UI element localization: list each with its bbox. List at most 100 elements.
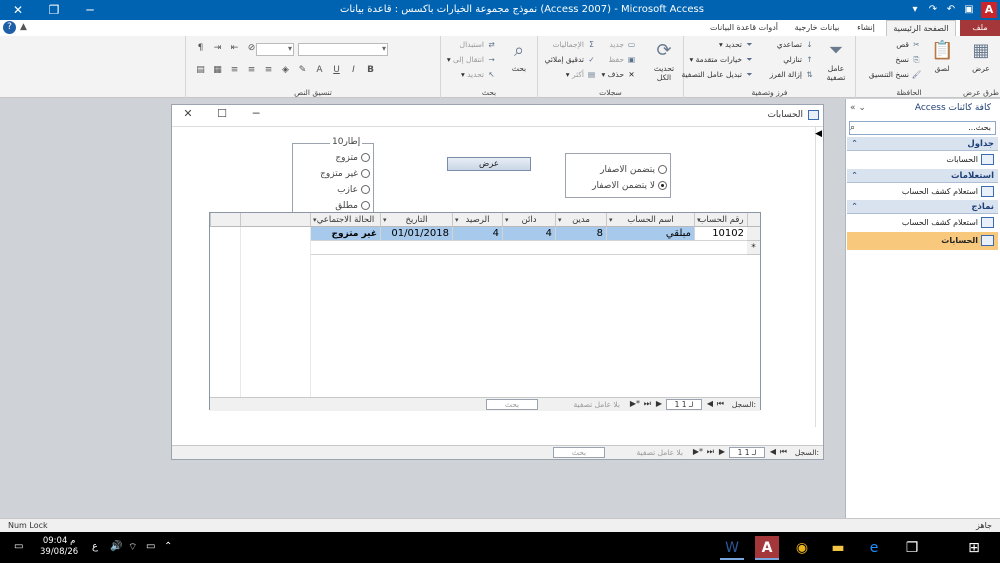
form-maximize-button[interactable]: ☐	[212, 107, 232, 120]
volume-icon[interactable]: 🔊	[110, 541, 122, 552]
next-record-icon[interactable]: ▶	[719, 447, 725, 456]
row-selector[interactable]	[747, 227, 760, 241]
underline-icon[interactable]: U	[330, 65, 343, 75]
next-record-icon[interactable]: ▶	[656, 399, 662, 408]
option-include-zeros[interactable]: يتضمن الاصفار	[569, 165, 667, 175]
refresh-all-button[interactable]: ⟳ تحديث الكل	[650, 40, 678, 82]
word-app-icon[interactable]: W	[720, 536, 744, 560]
font-color-icon[interactable]: A	[313, 65, 326, 75]
subform-filter-status[interactable]: بلا عامل تصفية	[574, 400, 620, 409]
option-married[interactable]: متزوج	[296, 153, 370, 163]
totals-button[interactable]: Σالإجماليات	[552, 40, 597, 49]
subform-record-position[interactable]: 1 لـ 1	[666, 399, 702, 410]
copy-button[interactable]: ⎘نسخ	[895, 55, 922, 65]
minimize-window-button[interactable]: ─	[72, 0, 108, 20]
indent-icon[interactable]: ⇥	[211, 43, 224, 53]
nav-search-input[interactable]: بحث...	[849, 121, 996, 135]
nav-item-statement-query[interactable]: استعلام كشف الحساب	[847, 183, 998, 201]
option-unmarried[interactable]: غير متزوج	[296, 169, 370, 179]
format-painter-button[interactable]: 🖌نسخ التنسيق	[869, 70, 922, 79]
save-record-button[interactable]: ▣حفظ	[608, 55, 637, 64]
cell-account-name[interactable]: مبلقي	[606, 227, 694, 241]
col-header-account-number[interactable]: رقم الحساب ▾	[694, 213, 747, 227]
task-view-icon[interactable]: ❐	[900, 536, 924, 560]
nav-section-queries[interactable]: استعلامات ⌃	[847, 169, 998, 183]
new-record-icon[interactable]: ▶*	[693, 447, 703, 456]
first-record-icon[interactable]: ⏮	[780, 447, 787, 457]
edge-app-icon[interactable]: e	[862, 536, 886, 560]
file-explorer-icon[interactable]: ▬	[826, 536, 850, 560]
last-record-icon[interactable]: ⏭	[644, 399, 651, 409]
col-header-marital-status[interactable]: الحالة الاجتماعي ▾	[310, 213, 380, 227]
start-icon[interactable]: ⊞	[962, 536, 986, 560]
tab-home[interactable]: الصفحة الرئيسية	[886, 20, 956, 36]
outdent-icon[interactable]: ⇤	[228, 43, 241, 53]
cell-marital-status[interactable]: غير متزوج	[310, 227, 380, 241]
prev-record-icon[interactable]: ◀	[770, 447, 776, 456]
spelling-button[interactable]: ✓تدقيق إملائي	[545, 55, 597, 64]
align-center-icon[interactable]: ≡	[245, 65, 258, 75]
select-button[interactable]: ↖تحديد ▾	[461, 70, 497, 79]
minimize-ribbon-icon[interactable]: ▲	[20, 22, 27, 32]
grid-icon[interactable]: ▦	[211, 65, 224, 75]
radio-exclude-zeros[interactable]	[658, 181, 667, 190]
new-row-marker[interactable]: *	[747, 241, 760, 255]
col-header-date[interactable]: التاريخ ▾	[380, 213, 452, 227]
italic-icon[interactable]: I	[347, 65, 360, 75]
show-button[interactable]: عرض	[447, 157, 531, 171]
select-all-cell[interactable]	[747, 213, 760, 227]
fill-color-icon[interactable]: ◈	[279, 65, 292, 75]
nav-item-statement-form[interactable]: استعلام كشف الحساب	[847, 214, 998, 232]
battery-icon[interactable]: ▭	[146, 541, 155, 552]
subform-search-box[interactable]: بحث	[486, 399, 538, 410]
nav-pane-toggle[interactable]: « ⌄	[850, 103, 866, 113]
prev-record-icon[interactable]: ◀	[707, 399, 713, 408]
highlight-icon[interactable]: ✎	[296, 65, 309, 75]
input-language[interactable]: ع	[92, 541, 98, 552]
nav-section-forms[interactable]: نماذج ⌃	[847, 200, 998, 214]
filter-button[interactable]: ⏷ عامل تصفية	[822, 40, 850, 82]
customize-qat-icon[interactable]: ▾	[908, 3, 922, 17]
restore-window-button[interactable]: ❐	[36, 0, 72, 20]
nav-section-tables[interactable]: جداول ⌃	[847, 137, 998, 151]
col-header-account-name[interactable]: اسم الحساب ▾	[606, 213, 694, 227]
view-button[interactable]: ▦ عرض	[967, 40, 995, 73]
show-hidden-icons[interactable]: ⌃	[164, 541, 172, 552]
main-record-position[interactable]: 1 لـ 1	[729, 447, 765, 458]
cut-button[interactable]: ✂قص	[896, 40, 922, 49]
tab-create[interactable]: إنشاء	[848, 20, 884, 36]
sort-descending-button[interactable]: ↑تنازلي	[783, 55, 815, 64]
access-app-icon[interactable]: A	[755, 536, 779, 560]
option-single[interactable]: عازب	[296, 185, 370, 195]
radio-married[interactable]	[361, 153, 370, 162]
nav-item-accounts-form[interactable]: الحسابات	[847, 232, 998, 250]
rtl-icon[interactable]: ¶	[194, 43, 207, 53]
radio-divorced[interactable]	[361, 201, 370, 210]
selection-button[interactable]: ⏷تحديد ▾	[719, 40, 755, 50]
save-icon[interactable]: ▣	[962, 3, 976, 17]
tab-database-tools[interactable]: أدوات قاعدة البيانات	[702, 20, 786, 36]
sort-ascending-button[interactable]: ↓تصاعدي	[777, 40, 815, 49]
nav-item-accounts-table[interactable]: الحسابات	[847, 151, 998, 169]
paste-button[interactable]: 📋 لصق	[928, 40, 956, 73]
more-button[interactable]: ▤أكثر ▾	[566, 70, 597, 79]
option-divorced[interactable]: مطلق	[296, 201, 370, 211]
advanced-filter-button[interactable]: ⏷خيارات متقدمة ▾	[689, 55, 755, 65]
close-window-button[interactable]: ✕	[0, 0, 36, 20]
redo-icon[interactable]: ↷	[926, 3, 940, 17]
form-close-button[interactable]: ✕	[178, 107, 198, 120]
network-icon[interactable]: ⌔	[128, 541, 137, 554]
tab-file[interactable]: ملف	[960, 20, 1000, 36]
font-size-combo[interactable]	[256, 43, 294, 56]
cell-balance[interactable]: 4	[452, 227, 502, 241]
replace-button[interactable]: ⇄استبدال	[460, 40, 497, 49]
align-right-icon[interactable]: ≡	[262, 65, 275, 75]
tab-external-data[interactable]: بيانات خارجية	[786, 20, 848, 36]
last-record-icon[interactable]: ⏭	[707, 447, 714, 457]
gridlines-icon[interactable]: ▤	[194, 65, 207, 75]
font-name-combo[interactable]	[298, 43, 388, 56]
form-minimize-button[interactable]: ─	[246, 107, 266, 120]
radio-unmarried[interactable]	[361, 169, 370, 178]
help-icon[interactable]: ?	[3, 21, 16, 34]
cell-credit[interactable]: 4	[502, 227, 555, 241]
